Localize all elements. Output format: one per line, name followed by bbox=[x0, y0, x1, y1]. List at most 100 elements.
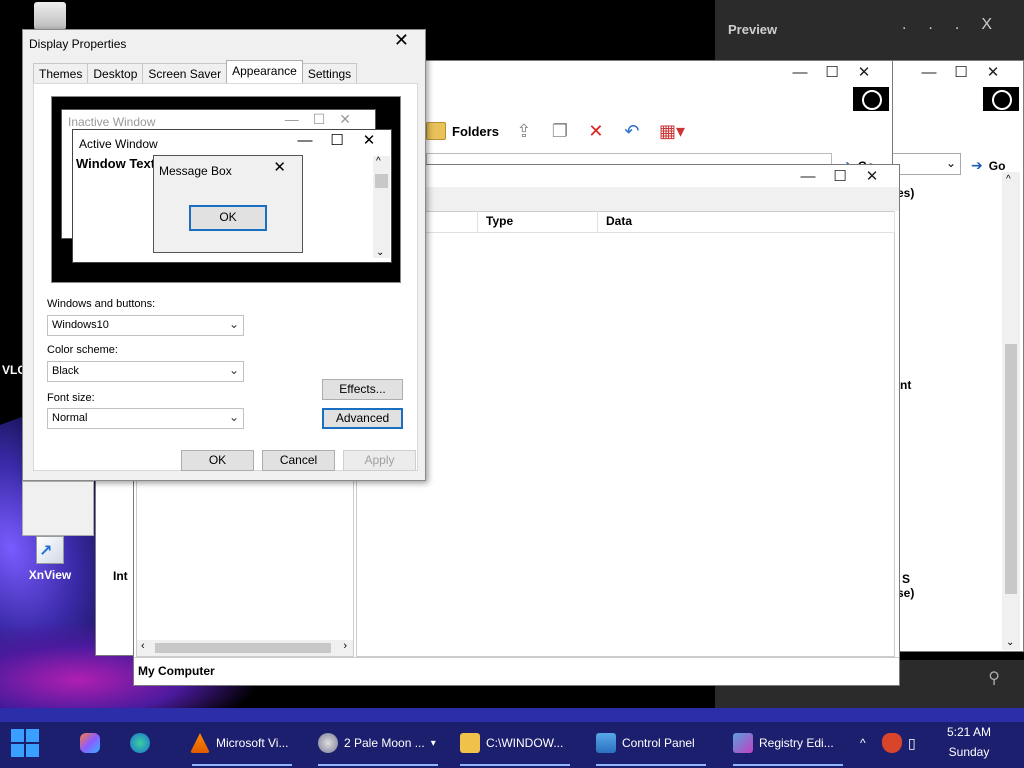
control-panel-icon bbox=[596, 733, 616, 753]
window-caption-buttons[interactable]: — ☐ ✕ bbox=[784, 63, 880, 81]
move-to-icon[interactable]: ⇪ bbox=[513, 120, 535, 142]
preview-scrollbar: ^ ⌄ bbox=[373, 156, 390, 258]
undo-icon[interactable]: ↶ bbox=[621, 120, 643, 142]
maximize-icon[interactable]: ☐ bbox=[945, 63, 977, 81]
minimize-icon[interactable]: — bbox=[784, 64, 816, 81]
maximize-icon[interactable]: ☐ bbox=[824, 167, 856, 185]
message-box-title: Message Box bbox=[159, 164, 232, 178]
cancel-button[interactable]: Cancel bbox=[262, 450, 335, 471]
pin-icon[interactable]: ⚲ bbox=[988, 668, 1000, 688]
apply-button[interactable]: Apply bbox=[343, 450, 416, 471]
taskbar-clock[interactable]: 5:21 AM Sunday bbox=[944, 725, 994, 759]
close-icon[interactable]: ✕ bbox=[856, 167, 888, 185]
font-size-select[interactable]: Normal ⌄ bbox=[47, 408, 244, 429]
close-icon[interactable]: ✕ bbox=[977, 63, 1009, 81]
maximize-icon[interactable]: ☐ bbox=[816, 63, 848, 81]
column-header-data[interactable]: Data bbox=[598, 211, 895, 232]
chevron-down-icon: ⌄ bbox=[228, 363, 239, 377]
vertical-scrollbar[interactable]: ^ ⌄ bbox=[1002, 172, 1020, 650]
taskbar-item-control-panel[interactable]: Control Panel bbox=[596, 728, 695, 758]
partial-text: nt bbox=[900, 378, 912, 392]
taskbar-item-registry-editor[interactable]: Registry Edi... bbox=[733, 728, 834, 758]
dialog-title: Display Properties bbox=[29, 37, 127, 51]
status-bar: My Computer bbox=[134, 657, 899, 685]
taskbar-item-pale-moon[interactable]: 2 Pale Moon ... ▾ bbox=[318, 728, 436, 758]
scrollbar-thumb[interactable] bbox=[155, 643, 331, 653]
close-icon[interactable]: ✕ bbox=[848, 63, 880, 81]
partial-text: S bbox=[902, 572, 911, 586]
desktop-icon-label: XnView bbox=[28, 568, 72, 582]
window-text: Window Text bbox=[76, 156, 156, 171]
background-window-fragment bbox=[22, 481, 94, 536]
column-headers: Type Data bbox=[358, 211, 895, 233]
advanced-button[interactable]: Advanced bbox=[322, 408, 403, 429]
message-box-ok-button: OK bbox=[189, 205, 267, 231]
tab-themes[interactable]: Themes bbox=[33, 63, 89, 84]
minimize-icon[interactable]: — bbox=[913, 64, 945, 81]
partial-label: Int bbox=[113, 569, 128, 583]
folder-icon bbox=[460, 733, 480, 753]
usb-drive-icon[interactable]: ▯ bbox=[908, 728, 916, 758]
registry-values-list[interactable] bbox=[356, 211, 895, 657]
window-caption-buttons[interactable]: — ☐ ✕ bbox=[792, 167, 888, 185]
views-icon[interactable]: ▦▾ bbox=[657, 120, 687, 142]
desktop-icon-xnview[interactable]: XnView bbox=[26, 536, 74, 582]
clock-time: 5:21 AM bbox=[946, 725, 992, 739]
vlc-icon bbox=[190, 733, 210, 753]
go-arrow-icon: ➔ bbox=[971, 157, 983, 173]
column-header-type[interactable]: Type bbox=[478, 211, 598, 232]
close-icon[interactable]: ✕ bbox=[394, 30, 409, 51]
horizontal-scrollbar[interactable]: ‹ › bbox=[137, 640, 353, 656]
clock-day: Sunday bbox=[948, 745, 990, 759]
color-scheme-select[interactable]: Black ⌄ bbox=[47, 361, 244, 382]
delete-icon[interactable]: ✕ bbox=[585, 120, 607, 142]
inactive-window-title: Inactive Window bbox=[68, 115, 156, 129]
windows-and-buttons-label: Windows and buttons: bbox=[47, 298, 156, 310]
address-dropdown[interactable]: ⌄ bbox=[891, 153, 961, 175]
minimize-icon[interactable]: — bbox=[792, 168, 824, 185]
font-size-label: Font size: bbox=[47, 392, 95, 404]
active-indicator bbox=[596, 764, 706, 766]
preview-message-box: Message Box ✕ OK bbox=[153, 155, 303, 253]
folders-button[interactable]: Folders bbox=[426, 122, 499, 140]
xnview-shortcut-icon bbox=[36, 536, 64, 564]
chevron-down-icon: ▾ bbox=[430, 737, 436, 749]
edge-icon[interactable] bbox=[130, 728, 150, 758]
window-caption-buttons[interactable]: — ☐ ✕ bbox=[913, 63, 1009, 81]
windows-and-buttons-select[interactable]: Windows10 ⌄ bbox=[47, 315, 244, 336]
preview-title: Preview bbox=[728, 22, 778, 37]
appearance-preview: Inactive Window —☐✕ Active Window — ☐ ✕ Wi… bbox=[51, 96, 401, 283]
copilot-icon[interactable] bbox=[80, 728, 100, 758]
pale-moon-icon bbox=[318, 733, 338, 753]
effects-button[interactable]: Effects... bbox=[322, 379, 403, 400]
active-indicator bbox=[733, 764, 843, 766]
camera-icon[interactable] bbox=[983, 87, 1019, 111]
active-caption-buttons: — ☐ ✕ bbox=[297, 132, 376, 149]
tab-appearance[interactable]: Appearance bbox=[226, 60, 303, 84]
start-button-windows-icon[interactable] bbox=[11, 729, 39, 757]
chevron-down-icon: ⌄ bbox=[228, 317, 239, 331]
camera-icon[interactable] bbox=[853, 87, 889, 111]
go-button[interactable]: ➔Go bbox=[971, 157, 1005, 174]
copy-to-icon[interactable]: ❐ bbox=[549, 120, 571, 142]
ok-button[interactable]: OK bbox=[181, 450, 254, 471]
scrollbar-thumb[interactable] bbox=[1005, 344, 1017, 594]
recycle-bin-icon[interactable] bbox=[34, 2, 66, 30]
preview-active-window: Active Window — ☐ ✕ Window Text ^ ⌄ Message… bbox=[72, 129, 392, 263]
taskbar-item-explorer[interactable]: C:\WINDOW... bbox=[460, 728, 563, 758]
active-window-title: Active Window bbox=[79, 137, 158, 151]
tab-settings[interactable]: Settings bbox=[301, 63, 358, 84]
color-scheme-label: Color scheme: bbox=[47, 344, 118, 356]
taskbar-item-vlc[interactable]: Microsoft Vi... bbox=[190, 728, 288, 758]
close-icon: ✕ bbox=[273, 159, 286, 176]
preview-buttons[interactable]: ...X bbox=[902, 16, 1014, 34]
display-properties-dialog[interactable]: Display Properties ✕ Themes Desktop Scre… bbox=[22, 29, 426, 481]
shield-icon[interactable] bbox=[882, 728, 902, 758]
active-indicator bbox=[192, 764, 292, 766]
tab-desktop[interactable]: Desktop bbox=[87, 63, 144, 84]
tray-overflow-chevron-up-icon[interactable]: ^ bbox=[860, 728, 866, 758]
preview-pane: Preview ...X bbox=[715, 0, 1024, 60]
explorer-toolbar: Folders ⇪ ❐ ✕ ↶ ▦▾ bbox=[426, 116, 687, 146]
tab-screen-saver[interactable]: Screen Saver bbox=[142, 63, 228, 84]
appearance-panel: Inactive Window —☐✕ Active Window — ☐ ✕ Wi… bbox=[33, 83, 418, 471]
